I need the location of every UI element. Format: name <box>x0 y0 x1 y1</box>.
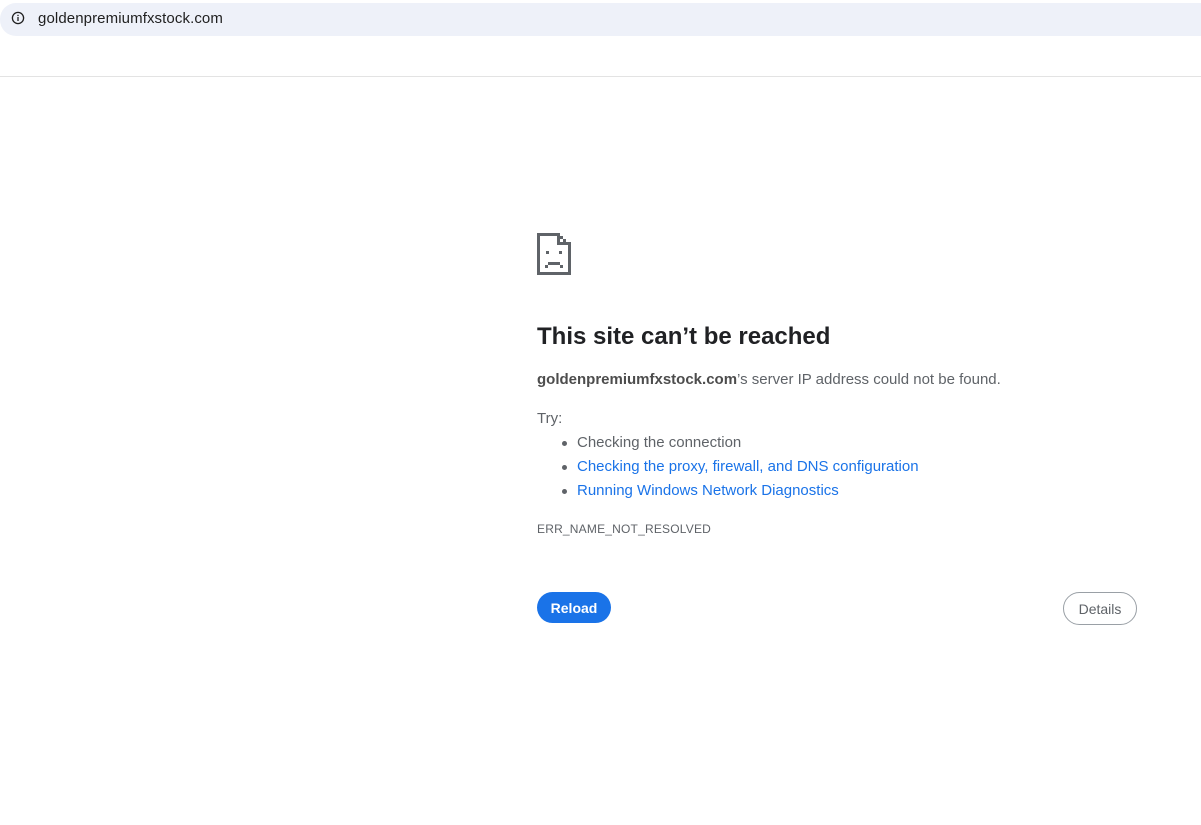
browser-page: goldenpremiumfxstock.com This site can’t… <box>0 0 1201 825</box>
suggestion-label[interactable]: Checking the proxy, firewall, and DNS co… <box>577 458 919 475</box>
try-label: Try: <box>537 410 563 427</box>
sad-page-icon <box>537 233 571 275</box>
bullet <box>562 489 567 494</box>
suggestion-check-proxy-link[interactable]: Checking the proxy, firewall, and DNS co… <box>537 456 919 480</box>
details-button[interactable]: Details <box>1063 592 1137 625</box>
bullet <box>562 465 567 470</box>
reload-button[interactable]: Reload <box>537 592 611 623</box>
info-icon[interactable] <box>11 11 25 25</box>
error-summary: goldenpremiumfxstock.com’s server IP add… <box>537 371 1001 388</box>
suggestion-check-connection: Checking the connection <box>537 432 919 456</box>
error-heading: This site can’t be reached <box>537 323 831 350</box>
error-summary-text: ’s server IP address could not be found. <box>737 371 1001 388</box>
error-code: ERR_NAME_NOT_RESOLVED <box>537 522 712 536</box>
suggestions-list: Checking the connection Checking the pro… <box>537 432 919 504</box>
suggestion-label: Checking the connection <box>577 434 742 451</box>
url-text[interactable]: goldenpremiumfxstock.com <box>38 10 223 27</box>
suggestion-label[interactable]: Running Windows Network Diagnostics <box>577 482 839 499</box>
toolbar-divider <box>0 76 1201 77</box>
error-domain: goldenpremiumfxstock.com <box>537 371 738 388</box>
bullet <box>562 441 567 446</box>
suggestion-network-diagnostics-link[interactable]: Running Windows Network Diagnostics <box>537 480 919 504</box>
address-bar[interactable]: goldenpremiumfxstock.com <box>0 3 1201 36</box>
